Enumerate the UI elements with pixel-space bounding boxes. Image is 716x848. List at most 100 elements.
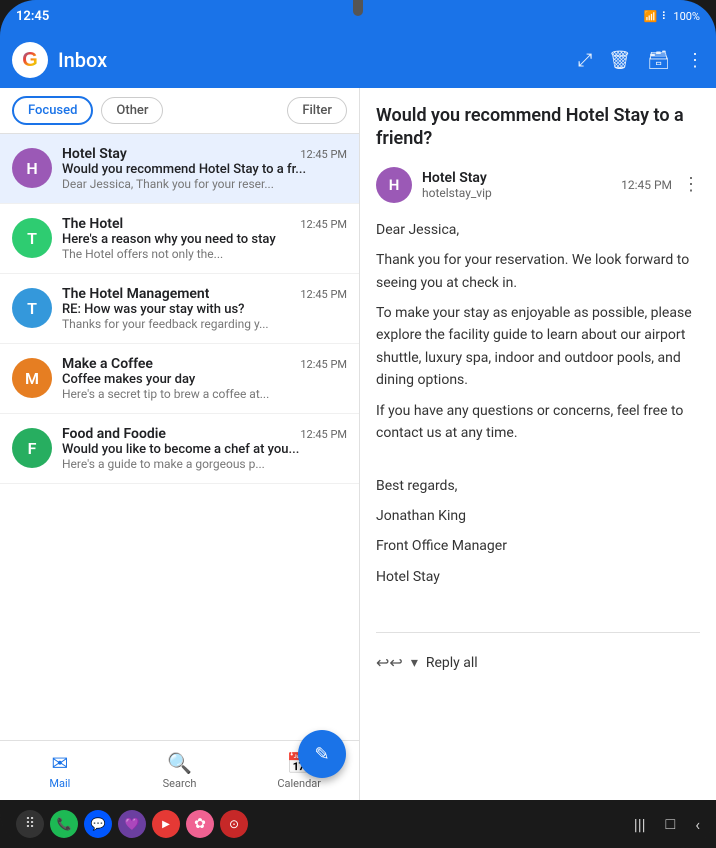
email-content-food-foodie: Food and Foodie 12:45 PM Would you like …: [62, 426, 347, 471]
inbox-title: Inbox: [58, 48, 107, 72]
detail-sig-3: Front Office Manager: [376, 535, 700, 557]
email-header-hotel-management: The Hotel Management 12:45 PM: [62, 286, 347, 302]
time-hotel-management: 12:45 PM: [300, 288, 347, 301]
status-time: 12:45: [16, 9, 49, 24]
detail-sender-email: hotelstay_vip: [422, 186, 611, 200]
preview-hotel-management: Thanks for your feedback regarding y...: [62, 317, 347, 331]
detail-avatar: H: [376, 167, 412, 203]
email-list-panel: Focused Other Filter H Hotel Stay 12:45 …: [0, 88, 360, 800]
sender-food-foodie: Food and Foodie: [62, 426, 166, 442]
detail-greeting: Dear Jessica,: [376, 219, 700, 241]
time-make-coffee: 12:45 PM: [300, 358, 347, 371]
email-list: H Hotel Stay 12:45 PM Would you recommen…: [0, 134, 359, 740]
android-app-tray: ⠿ 📞 💬 💜 ▶ ✿ ⊙: [16, 810, 634, 838]
email-header-the-hotel: The Hotel 12:45 PM: [62, 216, 347, 232]
preview-food-foodie: Here's a guide to make a gorgeous p...: [62, 457, 347, 471]
time-food-foodie: 12:45 PM: [300, 428, 347, 441]
compose-fab[interactable]: ✎: [298, 730, 346, 778]
android-nav-bar: ⠿ 📞 💬 💜 ▶ ✿ ⊙ ||| □ ‹: [0, 800, 716, 848]
app-grid-icon[interactable]: ⠿: [16, 810, 44, 838]
sender-hotel-stay: Hotel Stay: [62, 146, 127, 162]
sender-hotel-management: The Hotel Management: [62, 286, 209, 302]
back-icon[interactable]: ‹: [695, 815, 700, 834]
avatar-the-hotel: T: [12, 218, 52, 258]
detail-sig-4: Hotel Stay: [376, 566, 700, 588]
email-header-food-foodie: Food and Foodie 12:45 PM: [62, 426, 347, 442]
detail-divider: [376, 632, 700, 633]
android-nav-controls: ||| □ ‹: [634, 814, 700, 834]
app-messages-icon[interactable]: 💬: [84, 810, 112, 838]
avatar-hotel-stay: H: [12, 148, 52, 188]
app-bar-actions: ⤢ 🗑 🗃 ⋮: [578, 50, 704, 71]
detail-sig-1: Best regards,: [376, 475, 700, 497]
app-darkred-icon[interactable]: ⊙: [220, 810, 248, 838]
home-icon[interactable]: □: [666, 814, 676, 834]
subject-food-foodie: Would you like to become a chef at you..…: [62, 442, 347, 457]
reply-area: ↩↩ ▾ Reply all: [376, 645, 700, 680]
battery-text: 100%: [673, 10, 700, 23]
subject-hotel-management: RE: How was your stay with us?: [62, 302, 347, 317]
email-item-food-foodie[interactable]: F Food and Foodie 12:45 PM Would you lik…: [0, 414, 359, 484]
nav-item-search[interactable]: 🔍 Search: [120, 741, 240, 800]
reply-all-icon: ↩↩: [376, 653, 403, 672]
email-item-hotel-stay[interactable]: H Hotel Stay 12:45 PM Would you recommen…: [0, 134, 359, 204]
time-the-hotel: 12:45 PM: [300, 218, 347, 231]
avatar-hotel-management: T: [12, 288, 52, 328]
detail-sender-name: Hotel Stay: [422, 170, 611, 186]
nav-item-mail[interactable]: ✉ Mail: [0, 741, 120, 800]
preview-hotel-stay: Dear Jessica, Thank you for your reser..…: [62, 177, 347, 191]
delete-icon[interactable]: 🗑: [608, 50, 631, 71]
expand-icon[interactable]: ⤢: [578, 50, 592, 71]
detail-time: 12:45 PM: [621, 178, 672, 192]
sender-make-coffee: Make a Coffee: [62, 356, 153, 372]
tabs-bar: Focused Other Filter: [0, 88, 359, 134]
subject-hotel-stay: Would you recommend Hotel Stay to a fr..…: [62, 162, 347, 177]
avatar-food-foodie: F: [12, 428, 52, 468]
more-options-icon[interactable]: ⋮: [686, 50, 704, 71]
subject-the-hotel: Here's a reason why you need to stay: [62, 232, 347, 247]
signal-icon: ⠇: [661, 10, 669, 23]
preview-make-coffee: Here's a secret tip to brew a coffee at.…: [62, 387, 347, 401]
app-pink-icon[interactable]: ✿: [186, 810, 214, 838]
email-item-make-coffee[interactable]: M Make a Coffee 12:45 PM Coffee makes yo…: [0, 344, 359, 414]
app-bar: G Inbox ⤢ 🗑 🗃 ⋮: [0, 32, 716, 88]
tab-other[interactable]: Other: [101, 97, 163, 124]
detail-subject: Would you recommend Hotel Stay to a frie…: [376, 104, 700, 151]
detail-more-icon[interactable]: ⋮: [682, 174, 700, 195]
search-nav-icon: 🔍: [167, 751, 192, 775]
subject-make-coffee: Coffee makes your day: [62, 372, 347, 387]
tab-filter[interactable]: Filter: [287, 97, 347, 124]
email-item-the-hotel[interactable]: T The Hotel 12:45 PM Here's a reason why…: [0, 204, 359, 274]
app-purple-icon[interactable]: 💜: [118, 810, 146, 838]
compose-icon: ✎: [314, 744, 329, 765]
detail-sender-info: Hotel Stay hotelstay_vip: [422, 170, 611, 200]
google-g-letter: G: [22, 49, 38, 72]
app-red-icon[interactable]: ▶: [152, 810, 180, 838]
main-content: Focused Other Filter H Hotel Stay 12:45 …: [0, 88, 716, 800]
sender-the-hotel: The Hotel: [62, 216, 123, 232]
mail-nav-label: Mail: [49, 777, 70, 790]
chevron-down-icon[interactable]: ▾: [411, 655, 418, 671]
avatar-make-coffee: M: [12, 358, 52, 398]
email-content-hotel-management: The Hotel Management 12:45 PM RE: How wa…: [62, 286, 347, 331]
detail-body-p1: Thank you for your reservation. We look …: [376, 249, 700, 294]
google-logo: G: [12, 42, 48, 78]
email-detail-panel: Would you recommend Hotel Stay to a frie…: [360, 88, 716, 800]
mail-nav-icon: ✉: [51, 751, 68, 775]
email-item-hotel-management[interactable]: T The Hotel Management 12:45 PM RE: How …: [0, 274, 359, 344]
wifi-icon: 📶: [644, 10, 658, 23]
time-hotel-stay: 12:45 PM: [300, 148, 347, 161]
tab-focused[interactable]: Focused: [12, 96, 93, 125]
archive-icon[interactable]: 🗃: [647, 50, 670, 71]
reply-all-button[interactable]: Reply all: [426, 655, 478, 671]
app-phone-icon[interactable]: 📞: [50, 810, 78, 838]
email-header-make-coffee: Make a Coffee 12:45 PM: [62, 356, 347, 372]
email-header-hotel-stay: Hotel Stay 12:45 PM: [62, 146, 347, 162]
preview-the-hotel: The Hotel offers not only the...: [62, 247, 347, 261]
detail-body-p2: To make your stay as enjoyable as possib…: [376, 302, 700, 392]
detail-body-p3: If you have any questions or concerns, f…: [376, 400, 700, 445]
calendar-nav-label: Calendar: [277, 777, 321, 790]
fold-notch: [353, 0, 363, 16]
detail-sig-2: Jonathan King: [376, 505, 700, 527]
recents-icon[interactable]: |||: [634, 815, 646, 834]
